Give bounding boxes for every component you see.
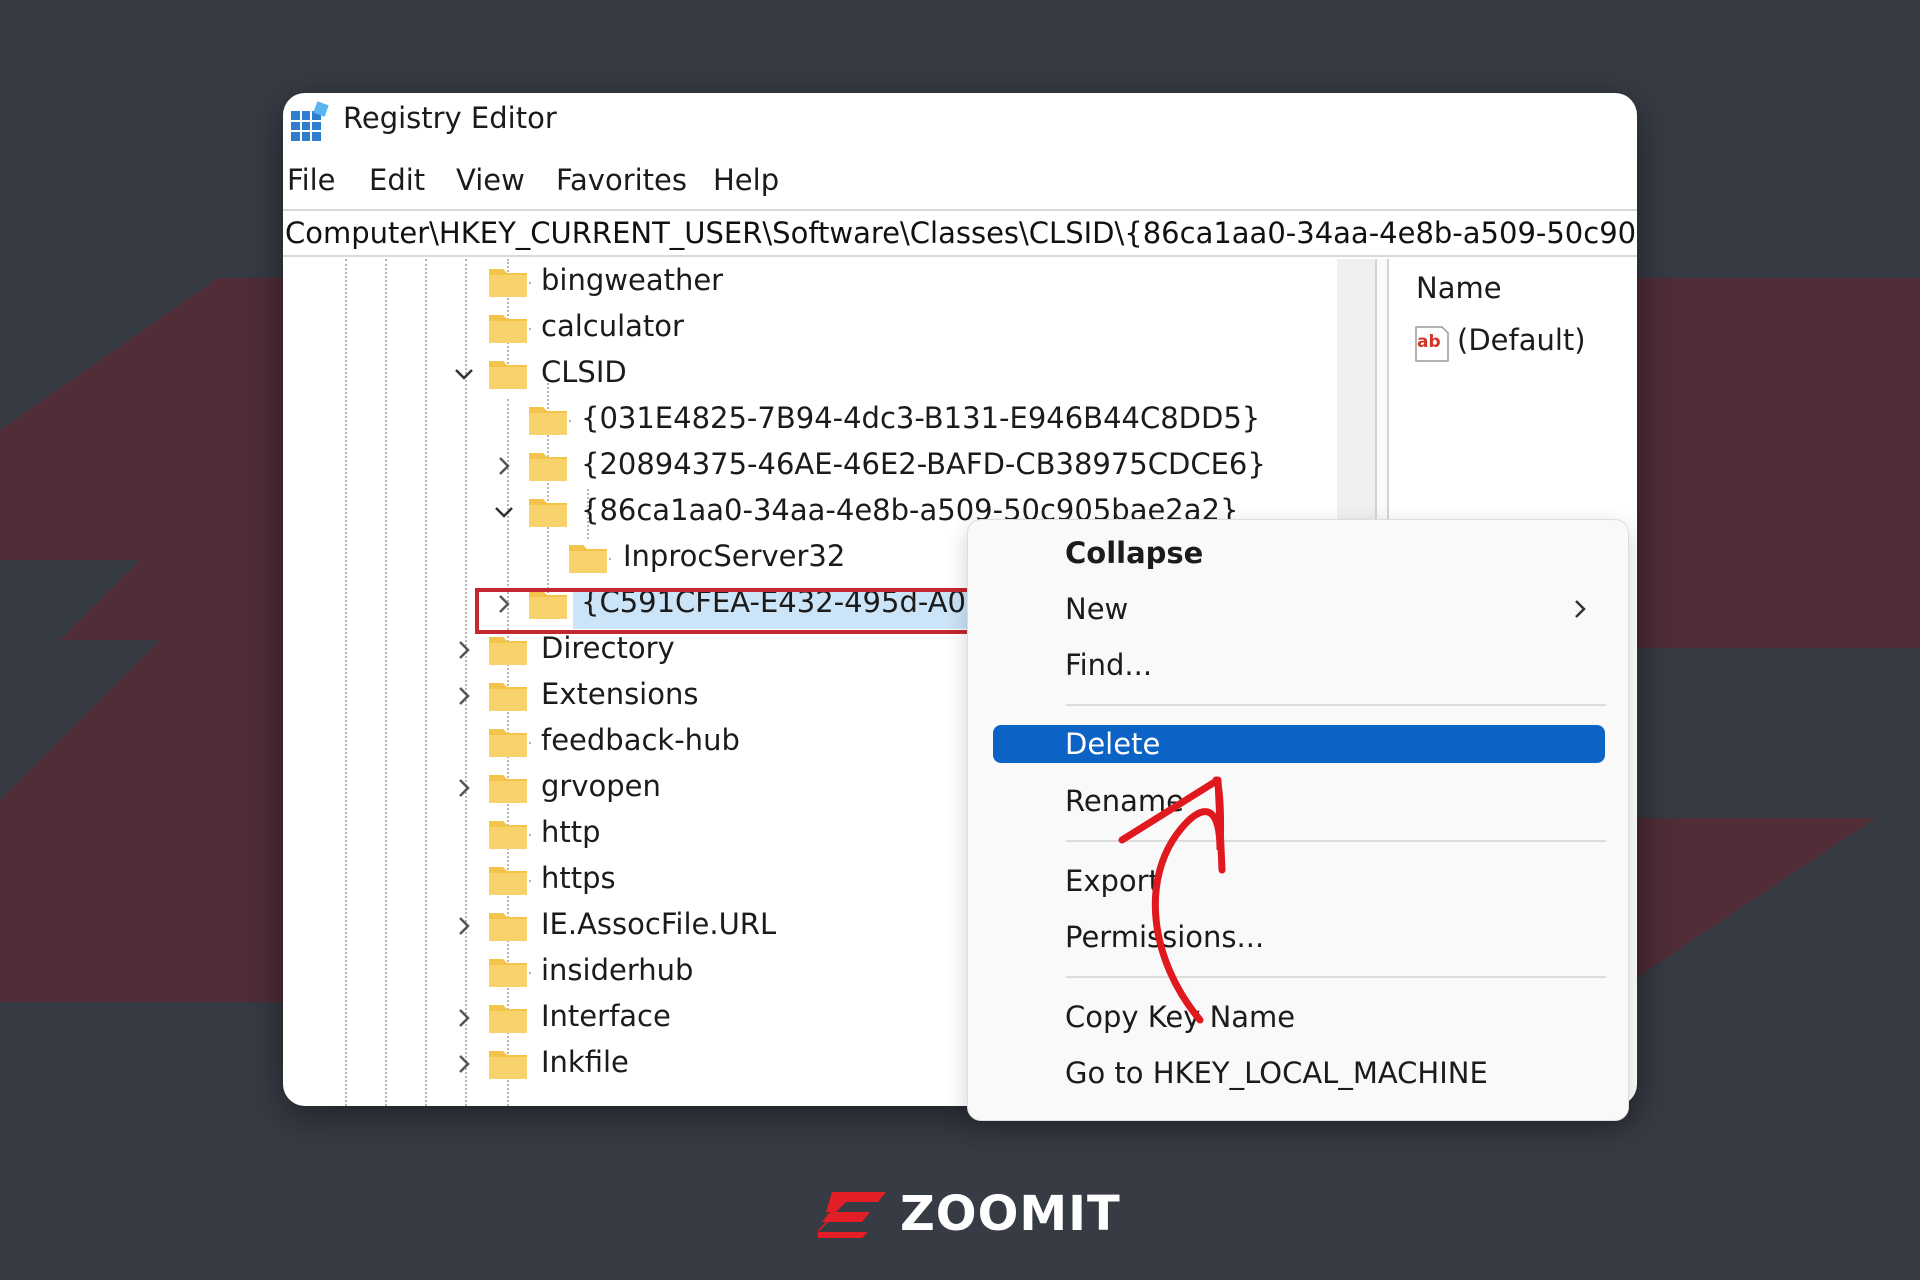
menu-bar: File Edit View Favorites Help [283,157,1637,207]
menu-item-find[interactable]: Find... [968,642,1628,688]
registry-editor-icon [291,101,329,141]
tree-node-bingweather[interactable]: bingweather [283,259,1283,305]
folder-icon [529,499,567,527]
tree-node-label: CLSID [541,355,627,389]
title-bar: Registry Editor [283,93,1637,151]
folder-icon [529,453,567,481]
tree-node-calculator[interactable]: calculator [283,305,1283,351]
chevron-down-icon[interactable] [493,500,515,524]
address-bar[interactable]: Computer\HKEY_CURRENT_USER\Software\Clas… [283,209,1637,257]
tree-node-clsid-item[interactable]: {20894375-46AE-46E2-BAFD-CB38975CDCE6} [283,443,1283,489]
tree-node-label: feedback-hub [541,723,740,757]
folder-icon [489,775,527,803]
menu-file[interactable]: File [287,163,336,197]
menu-item-new[interactable]: New [968,586,1628,632]
tree-node-label: Inkfile [541,1045,629,1079]
folder-icon [489,1005,527,1033]
menu-item-copy-key-name[interactable]: Copy Key Name [968,994,1628,1040]
ab-string-icon: ab [1415,326,1449,362]
chevron-right-icon[interactable] [453,776,475,800]
tree-node-label: insiderhub [541,953,694,987]
chevron-right-icon[interactable] [453,684,475,708]
highlight-annotation-box [475,588,973,634]
tree-node-label: http [541,815,601,849]
folder-icon [489,729,527,757]
chevron-right-icon[interactable] [453,1052,475,1076]
tree-node-label: bingweather [541,263,724,297]
tree-node-label: IE.AssocFile.URL [541,907,777,941]
folder-icon [489,913,527,941]
tree-node-label: grvopen [541,769,661,803]
menu-help[interactable]: Help [713,163,779,197]
value-name-default[interactable]: (Default) [1457,323,1586,357]
tree-node-label: {20894375-46AE-46E2-BAFD-CB38975CDCE6} [581,447,1266,481]
folder-icon [529,407,567,435]
folder-icon [489,867,527,895]
chevron-down-icon[interactable] [453,362,475,386]
window-title: Registry Editor [343,101,557,135]
folder-icon [569,545,607,573]
chevron-right-icon[interactable] [453,638,475,662]
tree-node-clsid-item[interactable]: {031E4825-7B94-4dc3-B131-E946B44C8DD5} [283,397,1283,443]
menu-item-rename[interactable]: Rename [968,778,1628,824]
menu-separator [1066,976,1606,978]
folder-icon [489,361,527,389]
menu-item-delete[interactable]: Delete [968,722,1628,768]
tree-node-label: Directory [541,631,675,665]
folder-icon [489,1051,527,1079]
chevron-right-icon [1575,600,1586,618]
menu-separator [1066,704,1606,706]
menu-item-permissions[interactable]: Permissions... [968,914,1628,960]
tree-node-label: https [541,861,616,895]
folder-icon [489,315,527,343]
folder-icon [489,637,527,665]
folder-icon [489,269,527,297]
tree-node-label: Interface [541,999,671,1033]
chevron-right-icon[interactable] [453,914,475,938]
menu-separator [1066,840,1606,842]
folder-icon [489,959,527,987]
folder-icon [489,821,527,849]
folder-icon [489,683,527,711]
menu-item-goto-hklm[interactable]: Go to HKEY_LOCAL_MACHINE [968,1050,1628,1096]
menu-favorites[interactable]: Favorites [556,163,687,197]
menu-item-collapse[interactable]: Collapse [968,530,1628,576]
chevron-right-icon[interactable] [493,454,515,478]
svg-text:ab: ab [1417,332,1441,352]
menu-view[interactable]: View [456,163,525,197]
zoomit-logo-mark-icon [818,1192,886,1238]
tree-node-label: InprocServer32 [623,539,846,573]
tree-node-label: Extensions [541,677,699,711]
tree-node-label: {031E4825-7B94-4dc3-B131-E946B44C8DD5} [581,401,1261,435]
tree-node-label: calculator [541,309,684,343]
column-header-name[interactable]: Name [1416,271,1502,305]
tree-node-clsid[interactable]: CLSID [283,351,1283,397]
zoomit-logo: ZOOMIT [818,1186,1120,1242]
context-menu: Collapse New Find... Delete Rename Expor… [967,519,1629,1121]
menu-edit[interactable]: Edit [369,163,425,197]
logo-text: ZOOMIT [900,1186,1121,1242]
menu-item-export[interactable]: Export [968,858,1628,904]
chevron-right-icon[interactable] [453,1006,475,1030]
